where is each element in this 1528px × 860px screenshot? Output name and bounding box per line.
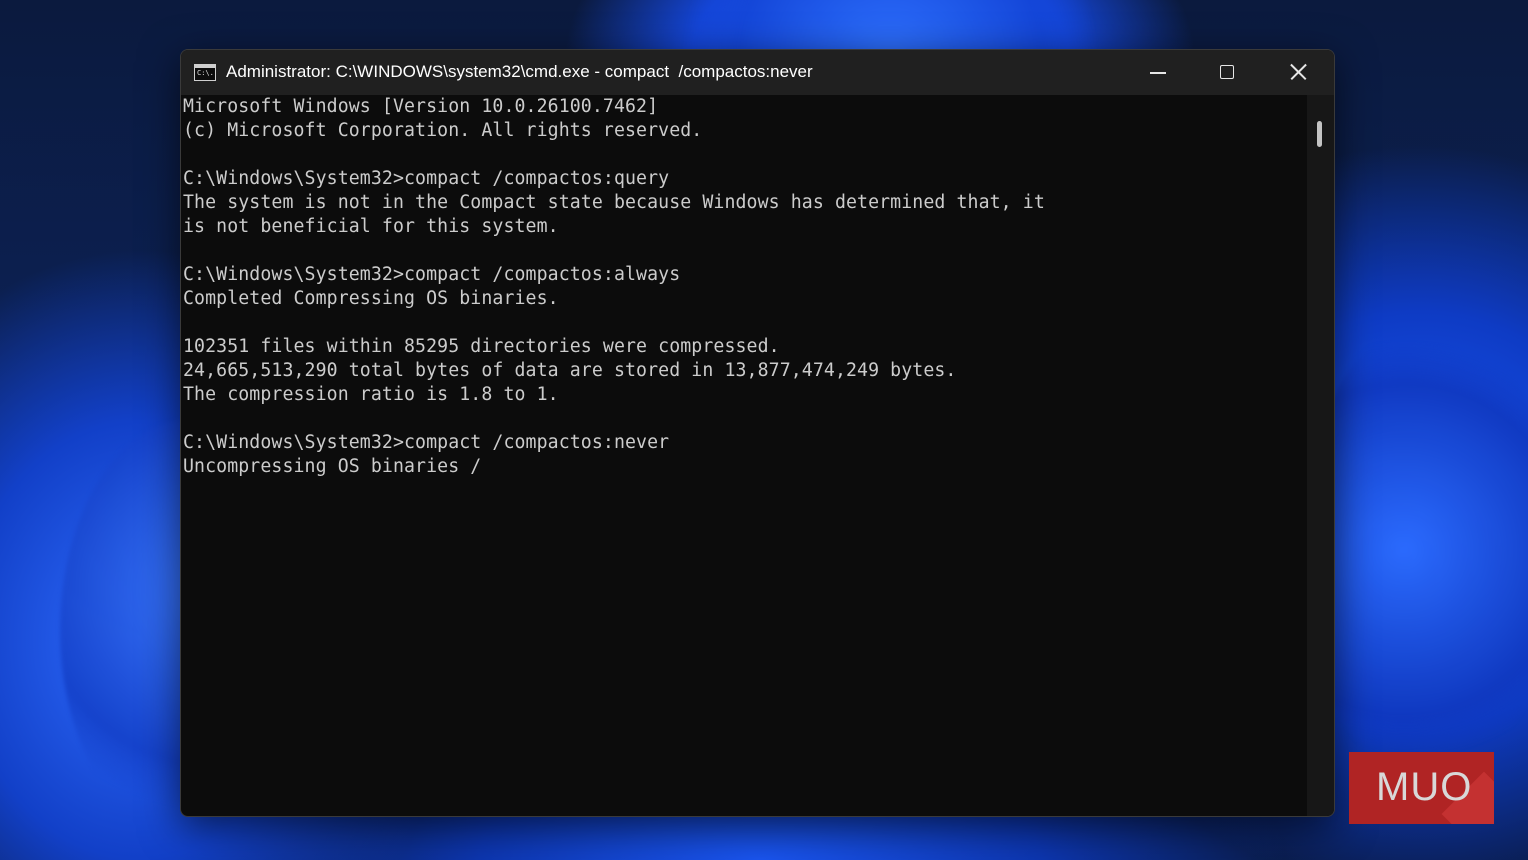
console-line: 102351 files within 85295 directories we… xyxy=(183,336,780,357)
logo-text: MUO xyxy=(1376,765,1473,809)
maximize-button[interactable] xyxy=(1192,50,1262,95)
muo-logo: MUO xyxy=(1349,752,1494,824)
console-line: C:\Windows\System32>compact /compactos:a… xyxy=(183,264,681,285)
cmd-icon-text: C:\. xyxy=(197,69,214,77)
close-button[interactable] xyxy=(1263,50,1333,95)
desktop-wallpaper: C:\. Administrator: C:\WINDOWS\system32\… xyxy=(0,0,1528,860)
console-line: Uncompressing OS binaries / xyxy=(183,456,482,477)
console-line: The compression ratio is 1.8 to 1. xyxy=(183,384,559,405)
title-bar[interactable]: C:\. Administrator: C:\WINDOWS\system32\… xyxy=(181,50,1334,95)
console-line: (c) Microsoft Corporation. All rights re… xyxy=(183,120,703,141)
console-line: 24,665,513,290 total bytes of data are s… xyxy=(183,360,957,381)
console-line: Completed Compressing OS binaries. xyxy=(183,288,559,309)
console-line: Microsoft Windows [Version 10.0.26100.74… xyxy=(183,96,659,117)
cmd-icon: C:\. xyxy=(194,64,216,81)
console-line: C:\Windows\System32>compact /compactos:n… xyxy=(183,432,670,453)
window-title: Administrator: C:\WINDOWS\system32\cmd.e… xyxy=(226,62,813,81)
scrollbar-thumb[interactable] xyxy=(1317,121,1322,147)
vertical-scrollbar[interactable] xyxy=(1307,95,1334,816)
console-line: The system is not in the Compact state b… xyxy=(183,192,1045,213)
cmd-window[interactable]: C:\. Administrator: C:\WINDOWS\system32\… xyxy=(180,49,1335,817)
minimize-button[interactable] xyxy=(1123,50,1193,95)
console-line: C:\Windows\System32>compact /compactos:q… xyxy=(183,168,670,189)
console-line: is not beneficial for this system. xyxy=(183,216,559,237)
console-output[interactable]: Microsoft Windows [Version 10.0.26100.74… xyxy=(183,95,1303,815)
